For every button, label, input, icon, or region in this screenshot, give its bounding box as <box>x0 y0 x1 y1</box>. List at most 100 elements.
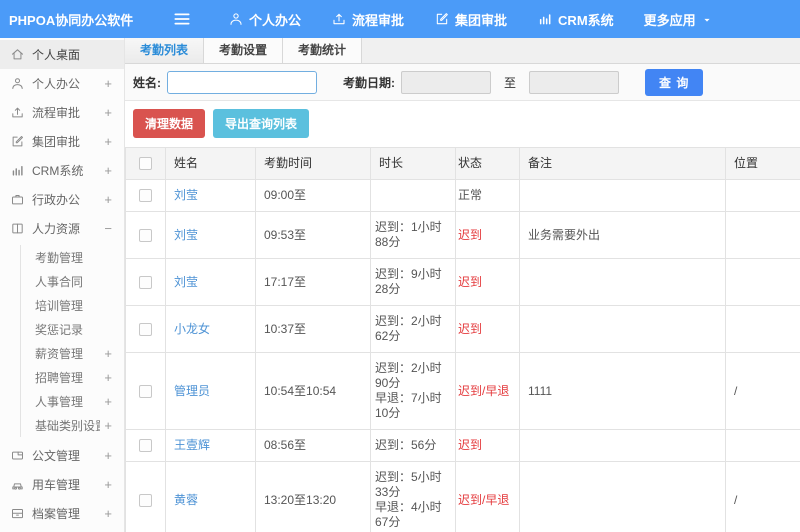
sidebar-item-3[interactable]: 流程审批 + <box>0 98 124 127</box>
expand-toggle[interactable]: − <box>104 221 112 236</box>
row-checkbox[interactable] <box>139 275 152 289</box>
row-checkbox-cell <box>125 305 166 353</box>
expand-toggle[interactable]: + <box>104 370 112 385</box>
sidebar-subitem-6[interactable]: 招聘管理 + <box>21 365 112 389</box>
time-cell: 13:20至13:20 <box>255 461 371 532</box>
row-checkbox-cell <box>125 211 166 259</box>
expand-toggle[interactable]: + <box>104 477 112 492</box>
tab-1[interactable]: 考勤列表 <box>125 38 205 63</box>
edit-icon <box>10 134 25 149</box>
location-cell: / <box>725 461 800 532</box>
sidebar-submenu: 考勤管理 人事合同 培训管理 奖惩记录 薪资管理 + 招聘管理 + 人事管理 + 基础类别设置 + <box>20 245 112 437</box>
sidebar-item-8[interactable]: 公文管理 + <box>0 441 124 470</box>
row-checkbox[interactable] <box>139 439 152 453</box>
employee-name-link[interactable]: 黄蓉 <box>174 493 198 507</box>
employee-name-link[interactable]: 王壹辉 <box>174 438 210 452</box>
date-from-input[interactable] <box>401 70 491 94</box>
expand-toggle[interactable]: + <box>104 192 112 207</box>
sidebar-subitem-5[interactable]: 薪资管理 + <box>21 341 112 365</box>
query-button[interactable]: 查 询 <box>645 68 704 96</box>
sidebar-item-5[interactable]: CRM系统 + <box>0 156 124 185</box>
location-cell <box>725 305 800 353</box>
status-cell: 迟到 <box>455 258 520 306</box>
row-checkbox-cell <box>125 429 166 462</box>
select-all-checkbox[interactable] <box>139 157 152 171</box>
sidebar-item-label: 个人办公 <box>32 77 81 91</box>
duration-cell: 迟到：2小时62分 <box>370 305 456 353</box>
late-duration: 迟到：5小时33分 <box>375 470 442 499</box>
sidebar-subitem-7[interactable]: 人事管理 + <box>21 389 112 413</box>
employee-name-link[interactable]: 小龙女 <box>174 322 210 336</box>
note-cell: 业务需要外出 <box>519 211 726 259</box>
note-cell <box>519 258 726 306</box>
topnav-item-1[interactable]: 个人办公 <box>228 10 301 29</box>
table-header-row: 姓名 考勤时间 时长 状态 备注 位置 <box>125 147 800 180</box>
expand-toggle[interactable]: + <box>104 448 112 463</box>
name-cell: 王壹辉 <box>165 429 256 462</box>
sidebar-subitem-2[interactable]: 人事合同 <box>21 269 112 293</box>
sidebar-subitem-4[interactable]: 奖惩记录 <box>21 317 112 341</box>
tab-2[interactable]: 考勤设置 <box>204 38 284 63</box>
expand-toggle[interactable]: + <box>104 418 112 433</box>
expand-toggle[interactable]: + <box>104 394 112 409</box>
action-bar: 清理数据 导出查询列表 <box>125 101 800 147</box>
expand-toggle[interactable]: + <box>104 134 112 149</box>
location-cell <box>725 258 800 306</box>
row-checkbox[interactable] <box>139 228 152 242</box>
sidebar-item-9[interactable]: 用车管理 + <box>0 470 124 499</box>
clean-data-button[interactable]: 清理数据 <box>133 109 206 138</box>
sidebar-item-label: 用车管理 <box>32 478 81 492</box>
date-to-input[interactable] <box>529 70 620 94</box>
sidebar-subitem-1[interactable]: 考勤管理 <box>21 245 112 269</box>
menu-toggle-icon[interactable] <box>172 9 192 29</box>
attendance-row-7: 黄蓉 13:20至13:20 迟到：5小时33分 早退：4小时67分 迟到/早退 / <box>125 461 800 532</box>
time-cell: 09:00至 <box>255 179 371 212</box>
name-filter-input[interactable] <box>167 70 317 94</box>
sidebar-item-11[interactable]: 项目管理+ <box>0 528 124 532</box>
sidebar-subitem-8[interactable]: 基础类别设置 + <box>21 413 112 437</box>
expand-toggle[interactable]: + <box>104 346 112 361</box>
date-to-label: 至 <box>504 75 517 90</box>
sidebar-item-4[interactable]: 集团审批 + <box>0 127 124 156</box>
row-checkbox[interactable] <box>139 384 152 398</box>
note-cell: 1111 <box>519 352 726 430</box>
attendance-row-3: 刘莹 17:17至 迟到：9小时28分 迟到 <box>125 258 800 306</box>
topnav-item-5[interactable]: 更多应用 <box>644 10 714 29</box>
name-cell: 刘莹 <box>165 211 256 259</box>
sidebar-item-label: 个人桌面 <box>32 48 81 62</box>
topnav-item-2[interactable]: 流程审批 <box>331 10 404 29</box>
topnav-item-4[interactable]: CRM系统 <box>537 10 614 29</box>
home-icon <box>10 47 25 62</box>
employee-name-link[interactable]: 刘莹 <box>174 275 198 289</box>
tab-3[interactable]: 考勤统计 <box>283 38 363 63</box>
location-cell <box>725 211 800 259</box>
sidebar-subitem-3[interactable]: 培训管理 <box>21 293 112 317</box>
sidebar-item-10[interactable]: 档案管理 + <box>0 499 124 528</box>
sidebar-item-2[interactable]: 个人办公 + <box>0 69 124 98</box>
late-duration: 迟到：2小时62分 <box>375 314 442 343</box>
expand-toggle[interactable]: + <box>104 506 112 521</box>
late-duration: 迟到：1小时88分 <box>375 220 442 249</box>
employee-name-link[interactable]: 刘莹 <box>174 188 198 202</box>
sidebar-item-label: 人力资源 <box>32 222 81 236</box>
attendance-row-5: 管理员 10:54至10:54 迟到：2小时90分 早退：7小时10分 迟到/早退 111… <box>125 352 800 430</box>
export-list-button[interactable]: 导出查询列表 <box>213 109 310 138</box>
row-checkbox[interactable] <box>139 322 152 336</box>
topnav-item-3[interactable]: 集团审批 <box>434 10 507 29</box>
sidebar-item-7[interactable]: 人力资源 − <box>0 214 124 243</box>
topnav-item-label: 更多应用 <box>643 12 696 28</box>
row-checkbox[interactable] <box>139 189 152 203</box>
row-checkbox[interactable] <box>139 493 152 507</box>
expand-toggle[interactable]: + <box>104 163 112 178</box>
expand-toggle[interactable]: + <box>104 76 112 91</box>
employee-name-link[interactable]: 刘莹 <box>174 228 198 242</box>
expand-toggle[interactable]: + <box>104 105 112 120</box>
sidebar-item-label: 公文管理 <box>32 449 81 463</box>
header-cell-1: 姓名 <box>165 147 256 180</box>
name-cell: 刘莹 <box>165 258 256 306</box>
topnav-item-label: 集团审批 <box>455 12 508 28</box>
name-cell: 黄蓉 <box>165 461 256 532</box>
sidebar-item-1[interactable]: 个人桌面 <box>0 40 124 69</box>
sidebar-item-6[interactable]: 行政办公 + <box>0 185 124 214</box>
employee-name-link[interactable]: 管理员 <box>174 384 210 398</box>
